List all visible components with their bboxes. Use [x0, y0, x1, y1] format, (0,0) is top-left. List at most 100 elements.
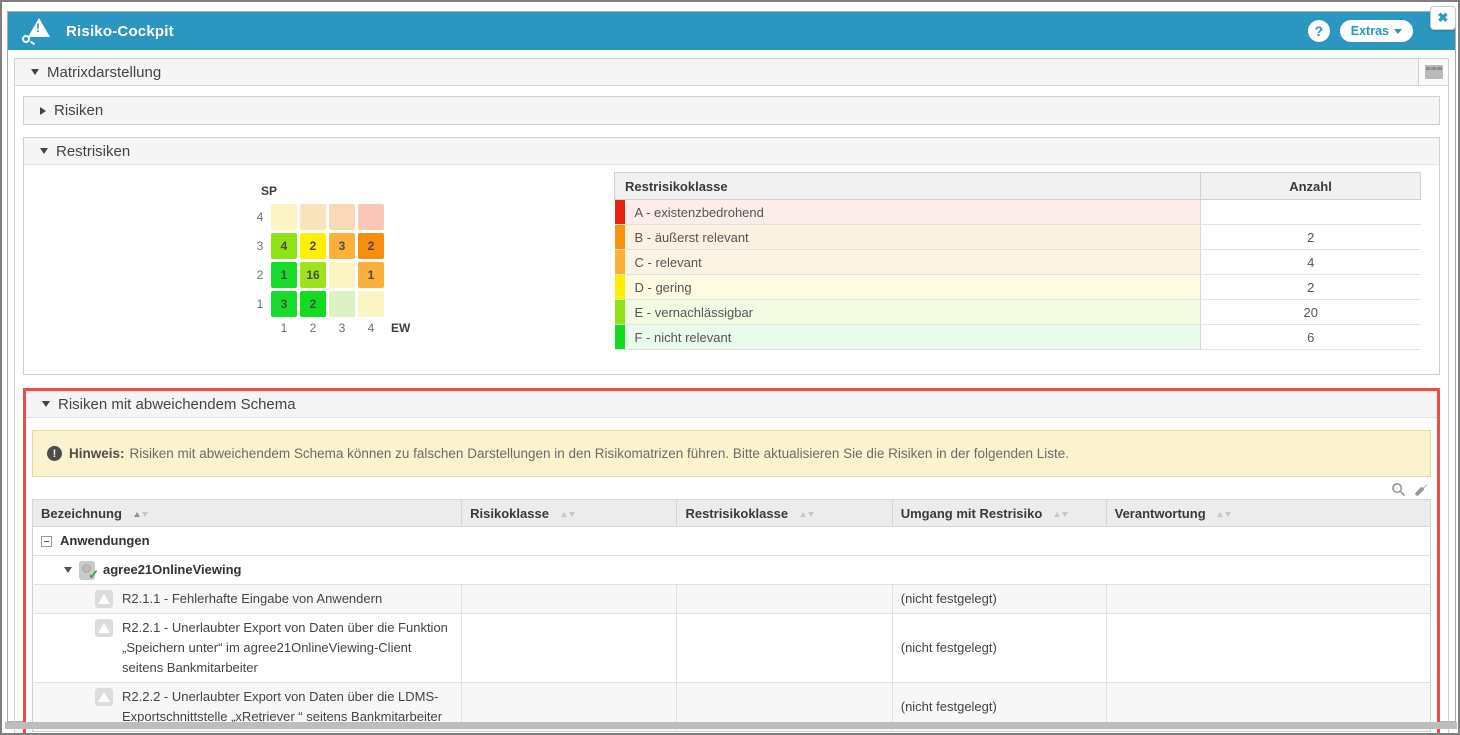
risk-bezeichnung: R2.1.1 - Fehlerhafte Eingabe von Anwende…	[122, 589, 382, 609]
hinweis-text: Risiken mit abweichendem Schema können z…	[130, 446, 1070, 461]
restrisiken-header[interactable]: Restrisiken	[24, 138, 1439, 165]
risiken-label: Risiken	[54, 102, 103, 119]
hinweis-label: Hinweis:	[69, 446, 125, 461]
risk-risikoklasse	[462, 614, 677, 683]
risk-risikoklasse	[462, 585, 677, 614]
sort-desc-icon[interactable]	[1062, 512, 1068, 517]
matrix-cell	[329, 291, 355, 317]
extras-button-label: Extras	[1351, 24, 1389, 38]
sort-desc-icon[interactable]	[142, 512, 148, 517]
matrix-cell	[300, 204, 326, 230]
abweichend-header[interactable]: Risiken mit abweichendem Schema	[26, 391, 1437, 418]
risk-bezeichnung: R2.2.2 - Unerlaubter Export von Daten üb…	[122, 687, 453, 727]
close-button[interactable]: ✖	[1430, 6, 1456, 30]
expand-caret-icon	[40, 107, 46, 115]
class-count: 20	[1201, 300, 1421, 325]
matrix-x-axis: 1 2 3 4 EW	[249, 321, 614, 335]
class-color-swatch	[615, 200, 625, 225]
risk-verantwortung	[1106, 585, 1430, 614]
matrix-cell: 1	[358, 262, 384, 288]
class-color-swatch	[615, 275, 625, 300]
class-label: F - nicht relevant	[625, 325, 1201, 350]
page-title: Risiko-Cockpit	[66, 23, 174, 40]
risk-warning-icon	[95, 688, 113, 706]
sort-asc-icon[interactable]	[561, 512, 567, 517]
collapse-caret-icon	[40, 148, 48, 154]
column-header-verantwortung[interactable]: Verantwortung	[1106, 500, 1430, 527]
matrix-cell: 4	[271, 233, 297, 259]
collapse-group-icon[interactable]	[41, 536, 52, 547]
highlighted-section-outline: Risiken mit abweichendem Schema ! Hinwei…	[23, 388, 1440, 735]
abweichend-label: Risiken mit abweichendem Schema	[58, 396, 296, 413]
table-header-row: Bezeichnung Risikoklasse	[33, 500, 1431, 527]
window-bottom-edge	[5, 722, 1457, 729]
class-color-swatch	[615, 300, 625, 325]
risk-row[interactable]: R2.1.1 - Fehlerhafte Eingabe von Anwende…	[33, 585, 1431, 614]
restrisiken-label: Restrisiken	[56, 143, 130, 160]
tree-row-application[interactable]: ✓ agree21OnlineViewing	[33, 556, 1431, 585]
matrix-cell: 2	[358, 233, 384, 259]
matrix-row-sp1: 1 3 2	[249, 291, 614, 317]
help-button[interactable]: ?	[1308, 20, 1330, 42]
class-label: A - existenzbedrohend	[625, 200, 1201, 225]
risk-row[interactable]: R2.2.1 - Unerlaubter Export von Daten üb…	[33, 614, 1431, 683]
column-header-restrisikoklasse[interactable]: Restrisikoklasse	[677, 500, 892, 527]
matrix-cell	[358, 204, 384, 230]
search-icon[interactable]	[1391, 482, 1406, 497]
sort-icons	[1054, 512, 1068, 517]
sort-icons	[134, 512, 148, 517]
risiken-header[interactable]: Risiken	[24, 97, 1439, 124]
wrench-icon[interactable]	[1414, 482, 1429, 497]
table-row: F - nicht relevant 6	[615, 325, 1421, 350]
risk-umgang: (nicht festgelegt)	[892, 614, 1106, 683]
info-icon: !	[47, 446, 62, 461]
class-count	[1201, 200, 1421, 225]
table-row: E - vernachlässigbar 20	[615, 300, 1421, 325]
sort-icons	[1217, 512, 1231, 517]
y-tick: 1	[249, 297, 271, 311]
sort-asc-icon[interactable]	[134, 512, 140, 517]
column-header-anzahl: Anzahl	[1201, 173, 1421, 200]
matrixdarstellung-header[interactable]: Matrixdarstellung	[15, 59, 1448, 86]
collapse-caret-icon	[42, 401, 50, 407]
x-tick: 1	[271, 321, 297, 335]
risk-warning-icon	[95, 619, 113, 637]
group-row-anwendungen[interactable]: Anwendungen	[33, 527, 1431, 556]
sort-icons	[800, 512, 814, 517]
risk-bezeichnung: R2.2.1 - Unerlaubter Export von Daten üb…	[122, 618, 453, 678]
content-area: Matrixdarstellung Risiken	[8, 50, 1455, 735]
matrix-cell: 2	[300, 291, 326, 317]
class-label: C - relevant	[625, 250, 1201, 275]
application-label: agree21OnlineViewing	[103, 560, 241, 580]
column-header-bezeichnung[interactable]: Bezeichnung	[33, 500, 462, 527]
column-header-umgang[interactable]: Umgang mit Restrisiko	[892, 500, 1106, 527]
column-header-risikoklasse[interactable]: Risikoklasse	[462, 500, 677, 527]
collapse-caret-icon	[31, 69, 39, 75]
matrixdarstellung-body: Risiken Restrisiken SP	[15, 86, 1448, 735]
sort-desc-icon[interactable]	[808, 512, 814, 517]
sort-asc-icon[interactable]	[800, 512, 806, 517]
restrisikoklasse-table: Restrisikoklasse Anzahl A - existenzbedr…	[614, 172, 1421, 350]
class-color-swatch	[615, 225, 625, 250]
hinweis-banner: ! Hinweis: Risiken mit abweichendem Schem…	[32, 430, 1431, 477]
sort-asc-icon[interactable]	[1217, 512, 1223, 517]
sort-asc-icon[interactable]	[1054, 512, 1060, 517]
matrix-cell	[271, 204, 297, 230]
chevron-down-icon	[1394, 29, 1402, 34]
matrix-view-button[interactable]	[1418, 59, 1448, 85]
application-icon: ✓	[79, 561, 95, 580]
matrix-cell: 2	[300, 233, 326, 259]
risk-verantwortung	[1106, 614, 1430, 683]
app-window: Risiko-Cockpit ? Extras Matrixdarstellun…	[7, 11, 1456, 722]
sort-desc-icon[interactable]	[569, 512, 575, 517]
y-tick: 2	[249, 268, 271, 282]
matrix-cell: 3	[271, 291, 297, 317]
tree-expanded-caret-icon[interactable]	[64, 567, 72, 573]
matrix-row-sp2: 2 1 16 1	[249, 262, 614, 288]
class-color-swatch	[615, 250, 625, 275]
checkmark-icon: ✓	[88, 565, 99, 585]
matrix-row-sp3: 3 4 2 3 2	[249, 233, 614, 259]
extras-button[interactable]: Extras	[1340, 20, 1413, 42]
sort-desc-icon[interactable]	[1225, 512, 1231, 517]
risiko-cockpit-logo-icon	[22, 18, 52, 44]
